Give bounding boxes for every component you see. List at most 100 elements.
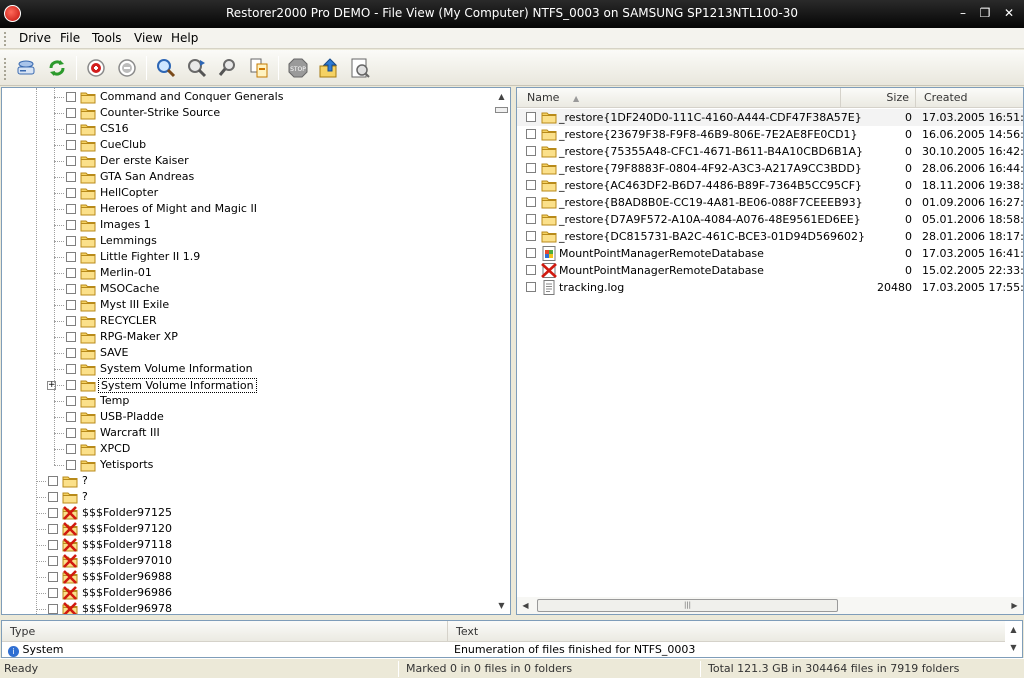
file-checkbox[interactable]: [526, 146, 536, 156]
tree-checkbox[interactable]: [66, 172, 76, 182]
tree-scroll-down-button[interactable]: ▼: [493, 597, 510, 614]
file-checkbox[interactable]: [526, 282, 536, 292]
tree-checkbox[interactable]: [66, 204, 76, 214]
tree-item[interactable]: Little Fighter II 1.9: [2, 249, 492, 265]
properties-icon[interactable]: [348, 56, 372, 80]
tree-checkbox[interactable]: [66, 412, 76, 422]
tree-item[interactable]: Command and Conquer Generals: [2, 89, 492, 105]
tree-checkbox[interactable]: [66, 380, 76, 390]
tree-checkbox[interactable]: [48, 524, 58, 534]
tree-checkbox[interactable]: [66, 268, 76, 278]
tree-item[interactable]: Warcraft III: [2, 425, 492, 441]
tree-item[interactable]: CueClub: [2, 137, 492, 153]
tree-checkbox[interactable]: [66, 140, 76, 150]
file-horizontal-scrollbar[interactable]: ◀ ||| ▶: [517, 597, 1023, 614]
tree-item[interactable]: GTA San Andreas: [2, 169, 492, 185]
copy-files-icon[interactable]: [247, 56, 271, 80]
file-row[interactable]: _restore{DC815731-BA2C-461C-BCE3-01D94D5…: [517, 228, 1023, 245]
tree-checkbox[interactable]: [66, 348, 76, 358]
tree-checkbox[interactable]: [48, 572, 58, 582]
file-row[interactable]: _restore{D7A9F572-A10A-4084-A076-48E9561…: [517, 211, 1023, 228]
tree-item[interactable]: $$$Folder97120: [2, 521, 492, 537]
menu-view[interactable]: View: [134, 31, 162, 45]
tree-item[interactable]: Lemmings: [2, 233, 492, 249]
tree-checkbox[interactable]: [66, 236, 76, 246]
tree-checkbox[interactable]: [66, 284, 76, 294]
tree-checkbox[interactable]: [48, 556, 58, 566]
tree-checkbox[interactable]: [66, 332, 76, 342]
file-row[interactable]: tracking.log 20480 17.03.2005 17:55:14: [517, 279, 1023, 296]
tree-checkbox[interactable]: [48, 508, 58, 518]
log-column-text[interactable]: Text: [448, 621, 1006, 642]
file-row[interactable]: _restore{AC463DF2-B6D7-4486-B89F-7364B5C…: [517, 177, 1023, 194]
tree-item[interactable]: Myst III Exile: [2, 297, 492, 313]
menu-file[interactable]: File: [60, 31, 80, 45]
find-files-icon[interactable]: [216, 56, 240, 80]
file-checkbox[interactable]: [526, 214, 536, 224]
tree-checkbox[interactable]: [66, 428, 76, 438]
mark-icon[interactable]: [84, 56, 108, 80]
log-column-type[interactable]: Type: [2, 621, 448, 642]
file-row[interactable]: _restore{75355A48-CFC1-4671-B611-B4A10CB…: [517, 143, 1023, 160]
tree-item[interactable]: + System Volume Information: [2, 377, 492, 393]
tree-checkbox[interactable]: [48, 588, 58, 598]
tree-item[interactable]: Merlin-01: [2, 265, 492, 281]
log-scroll-down-button[interactable]: ▼: [1005, 639, 1022, 657]
tree-item[interactable]: MSOCache: [2, 281, 492, 297]
menubar-grip[interactable]: [4, 32, 7, 46]
tree-checkbox[interactable]: [48, 476, 58, 486]
file-row[interactable]: _restore{B8AD8B0E-CC19-4A81-BE06-088F7CE…: [517, 194, 1023, 211]
recover-icon[interactable]: [317, 56, 341, 80]
stop-icon[interactable]: STOP: [286, 56, 310, 80]
file-checkbox[interactable]: [526, 248, 536, 258]
find-icon[interactable]: [154, 56, 178, 80]
column-header-created[interactable]: Created: [916, 88, 1023, 108]
tree-item[interactable]: Images 1: [2, 217, 492, 233]
maximize-button[interactable]: ❐: [977, 5, 993, 21]
tree-vertical-scrollbar[interactable]: ▲ ▼: [493, 88, 510, 614]
file-checkbox[interactable]: [526, 129, 536, 139]
file-row[interactable]: _restore{23679F38-F9F8-46B9-806E-7E2AE8F…: [517, 126, 1023, 143]
tree-checkbox[interactable]: [48, 604, 58, 614]
tree-item[interactable]: Der erste Kaiser: [2, 153, 492, 169]
file-scroll-thumb[interactable]: |||: [537, 599, 838, 612]
log-row[interactable]: i System: [8, 643, 64, 657]
toolbar-grip[interactable]: [4, 58, 7, 80]
close-button[interactable]: ✕: [1001, 5, 1017, 21]
tree-item[interactable]: $$$Folder96978: [2, 601, 492, 614]
tree-item[interactable]: ?: [2, 489, 492, 505]
tree-checkbox[interactable]: [66, 188, 76, 198]
file-row[interactable]: MountPointManagerRemoteDatabase 0 15.02.20…: [517, 262, 1023, 279]
file-checkbox[interactable]: [526, 180, 536, 190]
tree-item[interactable]: Yetisports: [2, 457, 492, 473]
file-list[interactable]: Name ▲ Size Created _restore{1DF240D0-11…: [516, 87, 1024, 615]
column-header-name[interactable]: Name ▲: [517, 88, 841, 108]
tree-checkbox[interactable]: [66, 108, 76, 118]
tree-item[interactable]: $$$Folder97010: [2, 553, 492, 569]
minimize-button[interactable]: –: [955, 5, 971, 21]
tree-item[interactable]: Temp: [2, 393, 492, 409]
tree-checkbox[interactable]: [48, 540, 58, 550]
tree-item[interactable]: Counter-Strike Source: [2, 105, 492, 121]
tree-checkbox[interactable]: [48, 492, 58, 502]
tree-scroll-thumb[interactable]: [495, 107, 508, 113]
tree-item[interactable]: HellCopter: [2, 185, 492, 201]
tree-item[interactable]: System Volume Information: [2, 361, 492, 377]
file-checkbox[interactable]: [526, 112, 536, 122]
tree-checkbox[interactable]: [66, 460, 76, 470]
tree-checkbox[interactable]: [66, 300, 76, 310]
file-row[interactable]: _restore{79F8883F-0804-4F92-A3C3-A217A9C…: [517, 160, 1023, 177]
tree-checkbox[interactable]: [66, 92, 76, 102]
tree-checkbox[interactable]: [66, 124, 76, 134]
tree-checkbox[interactable]: [66, 252, 76, 262]
file-checkbox[interactable]: [526, 197, 536, 207]
file-checkbox[interactable]: [526, 231, 536, 241]
unmark-icon[interactable]: [115, 56, 139, 80]
menu-help[interactable]: Help: [171, 31, 198, 45]
tree-item[interactable]: USB-Pladde: [2, 409, 492, 425]
tree-checkbox[interactable]: [66, 364, 76, 374]
menu-tools[interactable]: Tools: [92, 31, 122, 45]
find-next-icon[interactable]: [185, 56, 209, 80]
file-scroll-right-button[interactable]: ▶: [1006, 597, 1023, 614]
connect-drives-icon[interactable]: [14, 56, 38, 80]
